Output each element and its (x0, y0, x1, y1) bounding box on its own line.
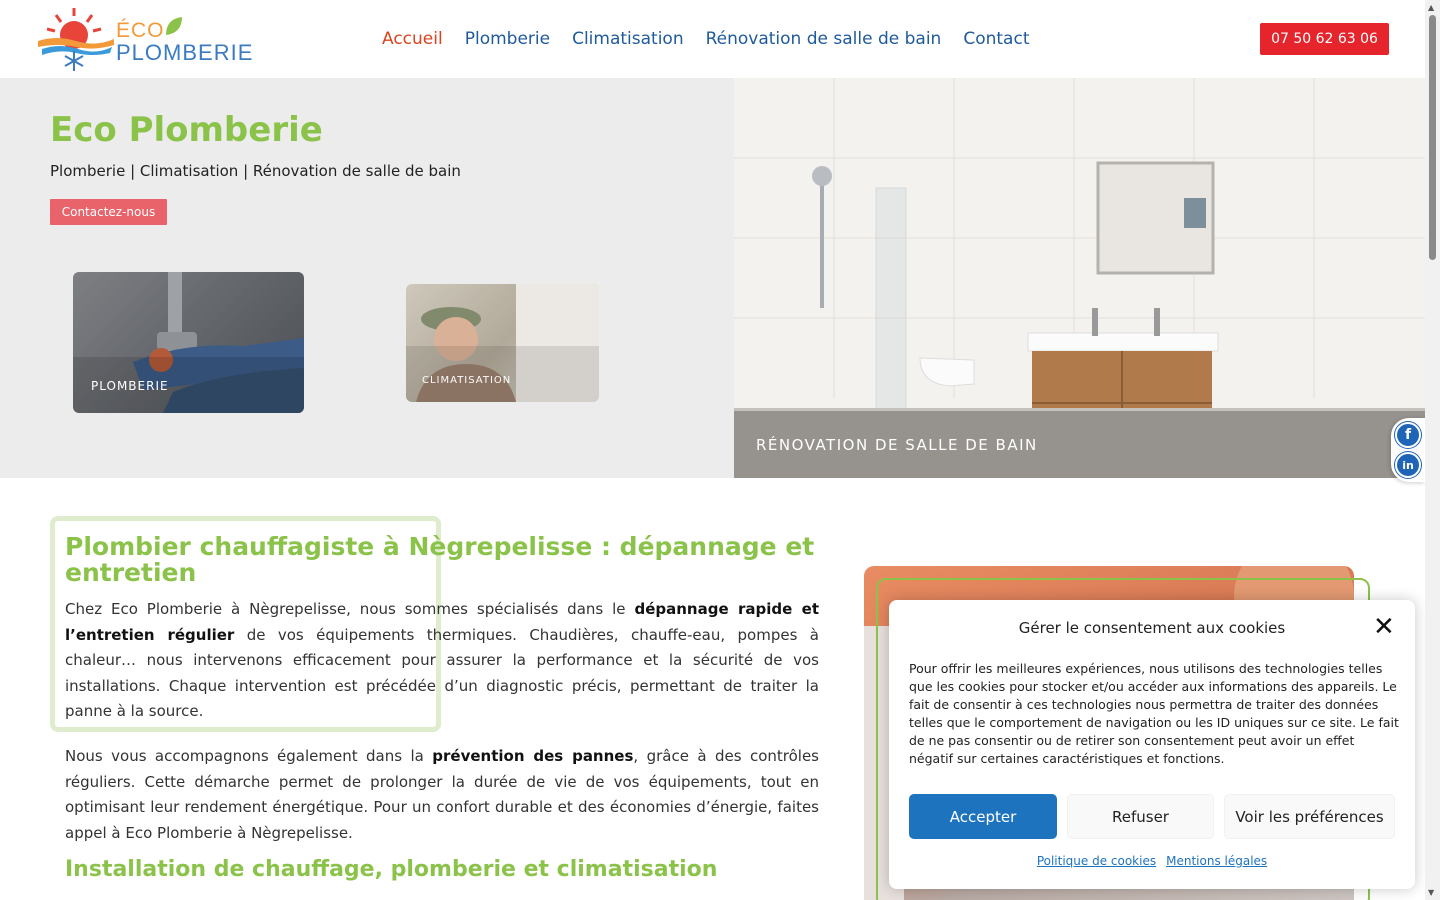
main-nav: Accueil Plomberie Climatisation Rénovati… (382, 29, 1029, 49)
accept-cookies-button[interactable]: Accepter (909, 794, 1057, 839)
scroll-down-icon[interactable]: ▼ (1428, 888, 1434, 897)
site-header: ÉCO PLOMBERIE Accueil Plomberie Climatis… (0, 0, 1425, 78)
nav-climatisation[interactable]: Climatisation (572, 29, 684, 49)
scrollbar-thumb[interactable] (1429, 15, 1436, 260)
hero-title: Eco Plomberie (50, 110, 323, 150)
cookie-consent-dialog: Gérer le consentement aux cookies ✕ Pour… (889, 600, 1415, 889)
cookie-description: Pour offrir les meilleures expériences, … (909, 661, 1399, 766)
section-subtitle-installation: Installation de chauffage, plomberie et … (65, 857, 718, 882)
nav-plomberie[interactable]: Plomberie (465, 29, 550, 49)
linkedin-icon[interactable]: in (1395, 452, 1421, 478)
nav-contact[interactable]: Contact (963, 29, 1029, 49)
paragraph-depannage: Chez Eco Plomberie à Nègrepelisse, nous … (65, 600, 820, 720)
logo-sun-snowflake-icon (38, 8, 114, 71)
card-label-climatisation: CLIMATISATION (422, 375, 512, 386)
phone-button[interactable]: 07 50 62 63 06 (1260, 23, 1389, 55)
service-card-renovation[interactable]: RÉNOVATION DE SALLE DE BAIN (734, 78, 1425, 478)
page-scrollbar[interactable]: ▲ ▼ (1425, 0, 1440, 900)
card-label-plomberie: PLOMBERIE (91, 379, 169, 393)
scroll-up-icon[interactable]: ▲ (1428, 3, 1434, 12)
service-card-plomberie[interactable]: PLOMBERIE (73, 272, 304, 413)
service-card-climatisation[interactable]: CLIMATISATION (406, 284, 599, 402)
site-logo[interactable]: ÉCO PLOMBERIE (36, 5, 254, 73)
close-icon[interactable]: ✕ (1373, 614, 1395, 640)
card-label-renovation: RÉNOVATION DE SALLE DE BAIN (756, 436, 1038, 454)
social-share-bar: f in (1391, 418, 1425, 482)
view-preferences-button[interactable]: Voir les préférences (1224, 794, 1395, 839)
leaf-icon (166, 17, 182, 35)
cookie-links: Politique de cookies Mentions légales (889, 854, 1415, 868)
legal-notice-link[interactable]: Mentions légales (1166, 854, 1267, 868)
card-overlay (406, 346, 599, 402)
facebook-icon[interactable]: f (1395, 422, 1421, 448)
section-title: Plombier chauffagiste à Nègrepelisse : d… (65, 532, 815, 587)
paragraph-prevention: Nous vous accompagnons également dans la… (65, 747, 819, 842)
cookie-policy-link[interactable]: Politique de cookies (1037, 854, 1156, 868)
cookie-dialog-title: Gérer le consentement aux cookies (1018, 619, 1286, 637)
contact-us-button[interactable]: Contactez-nous (50, 199, 167, 225)
refuse-cookies-button[interactable]: Refuser (1067, 794, 1214, 839)
nav-renovation[interactable]: Rénovation de salle de bain (706, 29, 942, 49)
hero-subtitle: Plomberie | Climatisation | Rénovation d… (50, 162, 461, 180)
logo-text-plomberie: PLOMBERIE (116, 40, 254, 65)
nav-accueil[interactable]: Accueil (382, 29, 443, 49)
